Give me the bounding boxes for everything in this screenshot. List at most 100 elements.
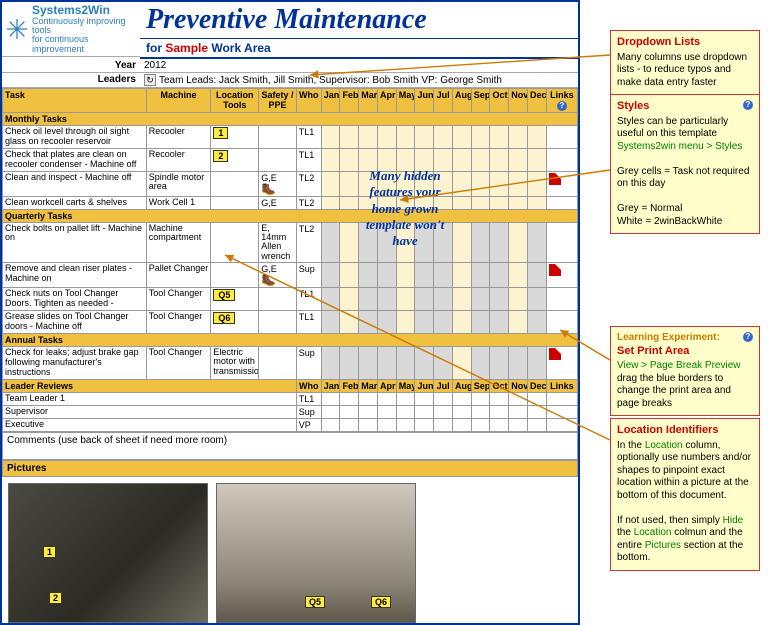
note-location: Location Identifiers In the Location col… (610, 418, 760, 571)
who-cell[interactable]: TL2 (296, 222, 321, 263)
links-cell[interactable] (546, 346, 577, 379)
loc-cell[interactable]: 2 (211, 148, 259, 171)
note-styles: ? Styles Styles can be particularly usef… (610, 94, 760, 234)
table-row[interactable]: Check nuts on Tool Changer Doors. Tighte… (3, 288, 578, 311)
pdf-icon[interactable] (549, 173, 561, 185)
table-row[interactable]: Clean workcell carts & shelves Work Cell… (3, 196, 578, 209)
who-cell[interactable]: TL2 (296, 196, 321, 209)
task-cell[interactable]: Grease slides on Tool Changer doors - Ma… (3, 311, 147, 334)
note-text: Hide (723, 515, 744, 526)
leader-cell[interactable]: Executive (3, 418, 297, 431)
safety-cell[interactable] (259, 126, 297, 149)
loc-cell[interactable]: Q5 (211, 288, 259, 311)
task-grid[interactable]: Task Machine Location Tools Safety / PPE… (2, 88, 578, 432)
table-row[interactable]: Check bolts on pallet lift - Machine on … (3, 222, 578, 263)
safety-cell[interactable]: G,E 🥾 (259, 171, 297, 196)
table-row[interactable]: Team Leader 1TL1 (3, 392, 578, 405)
links-label: Links (550, 90, 574, 100)
links-cell[interactable] (546, 171, 577, 196)
ppe-icon: 🥾 (261, 182, 276, 196)
who-cell[interactable]: TL1 (296, 288, 321, 311)
note-title: Learning Experiment: (617, 332, 753, 345)
for-sample: Sample (165, 41, 208, 55)
leader-cell[interactable]: Supervisor (3, 405, 297, 418)
table-row[interactable]: Grease slides on Tool Changer doors - Ma… (3, 311, 578, 334)
col-feb: Feb (340, 89, 359, 113)
safety-cell[interactable]: E, 14mm Allen wrench (259, 222, 297, 263)
note-line: White = 2winBackWhite (617, 216, 753, 229)
note-line: Grey = Normal (617, 203, 753, 216)
links-cell[interactable] (546, 126, 577, 149)
safety-cell[interactable]: G,E (259, 196, 297, 209)
machine-cell[interactable]: Pallet Changer (146, 263, 211, 288)
who-cell[interactable]: TL1 (296, 126, 321, 149)
links-cell[interactable] (546, 263, 577, 288)
table-row[interactable]: Remove and clean riser plates - Machine … (3, 263, 578, 288)
table-row[interactable]: Check oil level through oil sight glass … (3, 126, 578, 149)
machine-cell[interactable]: Recooler (146, 148, 211, 171)
machine-cell[interactable]: Machine compartment (146, 222, 211, 263)
machine-cell[interactable]: Tool Changer (146, 311, 211, 334)
snowflake-icon (6, 18, 28, 40)
loc-cell[interactable]: 1 (211, 126, 259, 149)
task-cell[interactable]: Check that plates are clean on recooler … (3, 148, 147, 171)
table-row[interactable]: Clean and inspect - Machine off Spindle … (3, 171, 578, 196)
leader-header-row: Leader Reviews Who JanFebMarAprMayJunJul… (3, 379, 578, 392)
pdf-icon[interactable] (549, 348, 561, 360)
note-line: optionally use numbers and/or shapes to … (617, 452, 753, 502)
note-line: Grey cells = Task not required on this d… (617, 166, 753, 191)
loc-cell[interactable]: Q6 (211, 311, 259, 334)
loc-tag: 2 (213, 150, 228, 162)
col-aug: Aug (452, 89, 471, 113)
who-cell[interactable]: VP (296, 418, 321, 431)
pic-marker: 1 (43, 546, 56, 558)
refresh-icon[interactable]: ↻ (144, 74, 156, 86)
who-cell[interactable]: TL1 (296, 392, 321, 405)
work-area-line: for Sample Work Area (140, 39, 578, 59)
machine-cell[interactable]: Work Cell 1 (146, 196, 211, 209)
machine-cell[interactable]: Spindle motor area (146, 171, 211, 196)
col-may: May (396, 89, 415, 113)
comments-box[interactable]: Comments (use back of sheet if need more… (2, 432, 578, 460)
note-dropdown: Dropdown Lists Many columns use dropdown… (610, 30, 760, 95)
header-row: Task Machine Location Tools Safety / PPE… (3, 89, 578, 113)
loc-cell[interactable]: Electric motor with transmission (211, 346, 259, 379)
task-cell[interactable]: Check nuts on Tool Changer Doors. Tighte… (3, 288, 147, 311)
help-icon[interactable]: ? (743, 100, 753, 110)
col-dec: Dec (527, 89, 546, 113)
who-cell[interactable]: TL1 (296, 148, 321, 171)
machine-cell[interactable]: Tool Changer (146, 288, 211, 311)
machine-cell[interactable]: Recooler (146, 126, 211, 149)
note-text: In the (617, 440, 645, 451)
who-cell[interactable]: TL2 (296, 171, 321, 196)
help-icon[interactable]: ? (743, 332, 753, 342)
task-cell[interactable]: Clean and inspect - Machine off (3, 171, 147, 196)
task-cell[interactable]: Check for leaks; adjust brake gap follow… (3, 346, 147, 379)
note-subtitle: Set Print Area (617, 345, 753, 359)
col-links: Links? (546, 89, 577, 113)
task-cell[interactable]: Check oil level through oil sight glass … (3, 126, 147, 149)
col-jan: Jan (321, 89, 340, 113)
task-cell[interactable]: Check bolts on pallet lift - Machine on (3, 222, 147, 263)
year-value[interactable]: 2012 (140, 59, 578, 72)
who-cell[interactable]: Sup (296, 263, 321, 288)
who-cell[interactable]: Sup (296, 405, 321, 418)
leaders-value[interactable]: ↻Team Leads: Jack Smith, Jill Smith, Sup… (140, 73, 578, 87)
machine-cell[interactable]: Tool Changer (146, 346, 211, 379)
who-cell[interactable]: TL1 (296, 311, 321, 334)
col-jul: Jul (434, 89, 453, 113)
note-line: drag the blue borders to change the prin… (617, 373, 753, 411)
who-cell[interactable]: Sup (296, 346, 321, 379)
task-cell[interactable]: Remove and clean riser plates - Machine … (3, 263, 147, 288)
leader-cell[interactable]: Team Leader 1 (3, 392, 297, 405)
help-icon[interactable]: ? (557, 101, 567, 111)
table-row[interactable]: ExecutiveVP (3, 418, 578, 431)
safety-cell[interactable]: G,E 🥾 (259, 263, 297, 288)
table-row[interactable]: Check that plates are clean on recooler … (3, 148, 578, 171)
table-row[interactable]: Check for leaks; adjust brake gap follow… (3, 346, 578, 379)
col-links-2: Links (546, 379, 577, 392)
task-cell[interactable]: Clean workcell carts & shelves (3, 196, 147, 209)
note-line: Styles can be particularly useful on thi… (617, 116, 753, 141)
pdf-icon[interactable] (549, 264, 561, 276)
table-row[interactable]: SupervisorSup (3, 405, 578, 418)
